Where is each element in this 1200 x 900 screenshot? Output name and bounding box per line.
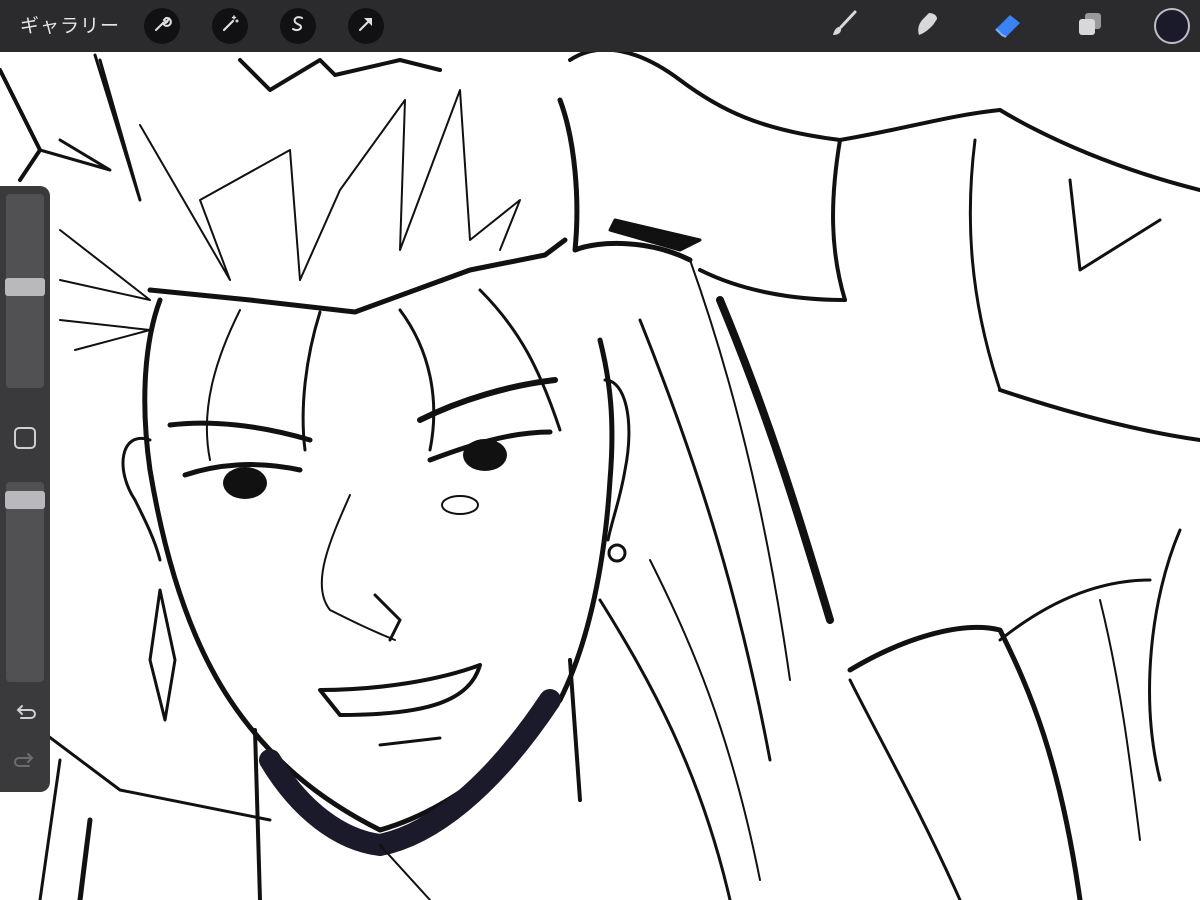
opacity-thumb[interactable] (5, 491, 45, 509)
undo-button[interactable] (11, 702, 39, 726)
layers-button[interactable] (1072, 8, 1108, 44)
opacity-slider[interactable] (5, 482, 45, 682)
drawing-canvas[interactable] (0, 0, 1200, 900)
wrench-icon (152, 14, 172, 38)
transform-button[interactable] (348, 8, 384, 44)
modify-button[interactable] (14, 427, 36, 449)
layers-icon (1075, 9, 1105, 43)
redo-icon (13, 750, 37, 774)
brush-button[interactable] (826, 8, 862, 44)
selection-button[interactable] (280, 8, 316, 44)
brush-icon (829, 9, 859, 43)
top-toolbar: ギャラリー (0, 0, 1200, 52)
brush-size-thumb[interactable] (5, 278, 45, 296)
selection-icon (288, 14, 308, 38)
line-art-sketch (0, 47, 1200, 900)
redo-button[interactable] (11, 750, 39, 774)
adjustments-button[interactable] (212, 8, 248, 44)
magic-wand-icon (220, 14, 240, 38)
transform-arrow-icon (356, 14, 376, 38)
left-sidebar (0, 186, 50, 792)
gallery-button[interactable]: ギャラリー (20, 14, 120, 38)
brush-size-slider[interactable] (5, 194, 45, 388)
actions-button[interactable] (144, 8, 180, 44)
undo-icon (13, 702, 37, 726)
smudge-button[interactable] (908, 8, 944, 44)
eraser-icon (992, 9, 1024, 43)
smudge-icon (911, 9, 941, 43)
eraser-button[interactable] (990, 8, 1026, 44)
color-picker-button[interactable] (1154, 8, 1190, 44)
